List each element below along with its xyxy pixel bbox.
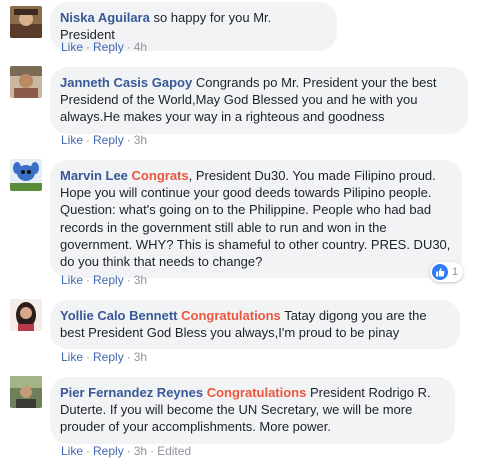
avatar[interactable] (10, 66, 42, 98)
like-button[interactable]: Like (61, 444, 83, 458)
comment-actions: Like · Reply · 3h (61, 350, 148, 364)
comment-highlight: Congrats (131, 168, 189, 183)
like-button[interactable]: Like (61, 350, 83, 364)
avatar[interactable] (10, 159, 42, 191)
reply-button[interactable]: Reply (93, 350, 124, 364)
reply-button[interactable]: Reply (93, 40, 124, 54)
reply-button[interactable]: Reply (93, 273, 124, 287)
comment-actions: Like · Reply · 3h (61, 133, 148, 147)
comment-highlight: Congratulations (181, 308, 281, 323)
timestamp[interactable]: 4h (134, 40, 147, 54)
edited-label[interactable]: Edited (157, 444, 191, 458)
timestamp[interactable]: 3h (134, 273, 147, 287)
comment-highlight: Congratulations (206, 385, 307, 400)
comment-actions: Like · Reply · 3h (61, 273, 148, 287)
comment-actions: Like · Reply · 4h (61, 40, 148, 54)
timestamp[interactable]: 3h (134, 444, 147, 458)
timestamp[interactable]: 3h (134, 350, 147, 364)
reply-button[interactable]: Reply (93, 444, 124, 458)
reaction-count[interactable]: 1 (430, 262, 464, 282)
comment-bubble: Yollie Calo Bennett Congratulations Tata… (50, 300, 460, 350)
comment-bubble: Marvin Lee Congrats, President Du30. You… (50, 160, 462, 279)
comment-text: , President Du30. You made Filipino prou… (60, 168, 451, 270)
timestamp[interactable]: 3h (134, 133, 147, 147)
like-icon (432, 264, 448, 280)
comment-author[interactable]: Marvin Lee (60, 168, 128, 183)
comment-author[interactable]: Pier Fernandez Reynes (60, 385, 203, 400)
comment-author[interactable]: Yollie Calo Bennett (60, 308, 178, 323)
comment-actions: Like · Reply · 3h · Edited (61, 444, 192, 458)
like-button[interactable]: Like (61, 133, 83, 147)
avatar[interactable] (10, 376, 42, 408)
reaction-count-value: 1 (452, 266, 459, 278)
comment-author[interactable]: Janneth Casis Gapoy (60, 75, 192, 90)
like-button[interactable]: Like (61, 273, 83, 287)
like-button[interactable]: Like (61, 40, 83, 54)
comment-bubble: Janneth Casis Gapoy Congrands po Mr. Pre… (50, 67, 468, 134)
avatar[interactable] (10, 6, 42, 38)
reply-button[interactable]: Reply (93, 133, 124, 147)
comment-author[interactable]: Niska Aguilara (60, 10, 150, 25)
avatar[interactable] (10, 299, 42, 331)
comment-bubble: Pier Fernandez Reynes Congratulations Pr… (50, 377, 455, 444)
